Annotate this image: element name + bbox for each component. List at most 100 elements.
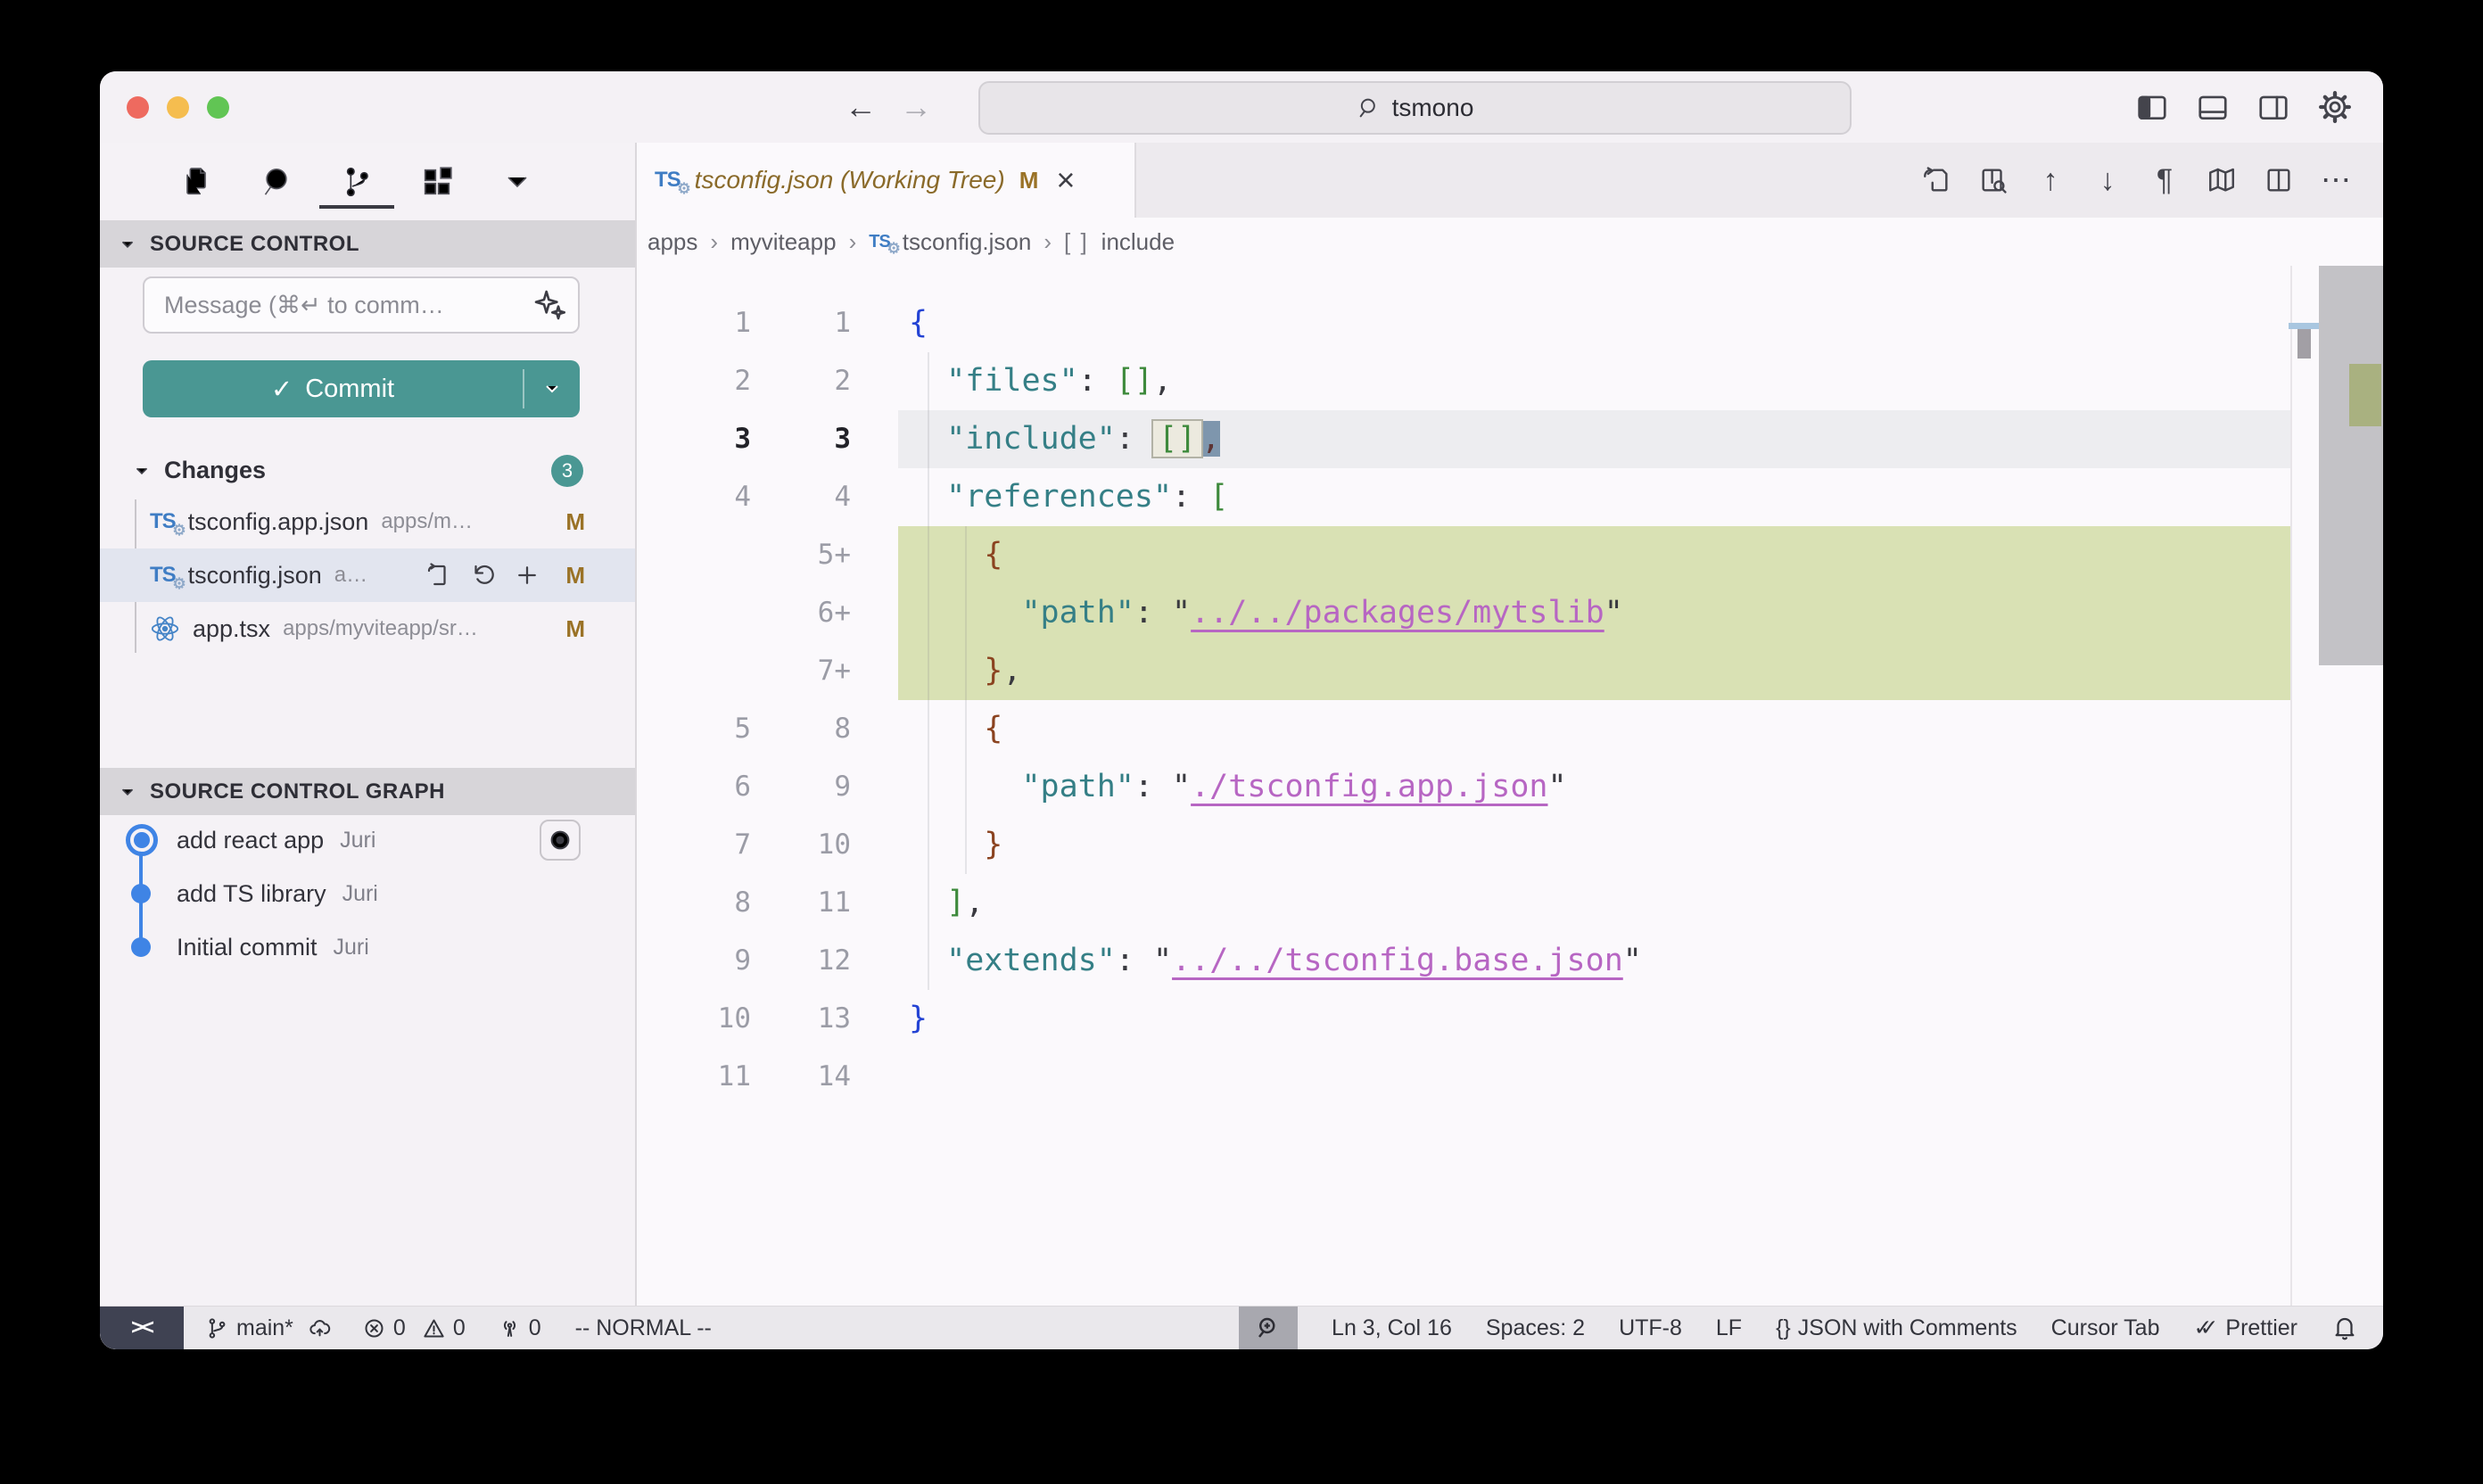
modified-line-number[interactable]: 2: [751, 352, 851, 410]
modified-line-number[interactable]: 12: [751, 932, 851, 990]
branch-status-item[interactable]: main*: [205, 1315, 332, 1341]
code-line[interactable]: 7+ },: [637, 642, 2383, 700]
remote-indicator[interactable]: ><: [100, 1307, 184, 1349]
code-line[interactable]: 58 {: [637, 700, 2383, 758]
code-line-content[interactable]: "references": [: [898, 468, 2290, 526]
original-line-number[interactable]: [637, 642, 751, 700]
toggle-whitespace-icon[interactable]: ¶: [2148, 163, 2182, 197]
ports-status-item[interactable]: 0: [498, 1315, 541, 1341]
settings-gear-icon[interactable]: [2317, 89, 2353, 125]
modified-line-number[interactable]: 14: [751, 1048, 851, 1106]
commit-row[interactable]: Initial commit Juri: [100, 920, 635, 974]
commit-dropdown-button[interactable]: [524, 360, 580, 417]
minimize-window-button[interactable]: [167, 96, 189, 119]
code-line[interactable]: 1013}: [637, 990, 2383, 1048]
command-center-search[interactable]: tsmono: [978, 81, 1852, 135]
code-line-content[interactable]: ],: [898, 874, 2290, 932]
next-change-icon[interactable]: ↓: [2091, 163, 2124, 197]
close-tab-icon[interactable]: ×: [1056, 164, 1075, 196]
code-line[interactable]: 69 "path": "./tsconfig.app.json": [637, 758, 2383, 816]
code-line[interactable]: 44 "references": [: [637, 468, 2383, 526]
original-line-number[interactable]: 4: [637, 468, 751, 526]
original-line-number[interactable]: [637, 584, 751, 642]
commit-row[interactable]: add react app Juri: [100, 813, 635, 867]
breadcrumb-include[interactable]: include: [1101, 228, 1175, 256]
file-row-app-tsx[interactable]: app.tsx apps/myviteapp/sr… M: [100, 602, 635, 655]
search-view-icon[interactable]: [257, 153, 296, 210]
open-file-icon[interactable]: [423, 560, 453, 590]
cursor-position-status-item[interactable]: Ln 3, Col 16: [1332, 1315, 1452, 1341]
original-line-number[interactable]: 11: [637, 1048, 751, 1106]
more-actions-icon[interactable]: ⋯: [2319, 163, 2353, 197]
file-row-tsconfig-json[interactable]: TS⚙ tsconfig.json a… M: [100, 548, 635, 602]
code-line[interactable]: 22 "files": [],: [637, 352, 2383, 410]
commit-row[interactable]: add TS library Juri: [100, 867, 635, 920]
commit-button[interactable]: ✓ Commit: [143, 360, 523, 417]
language-mode-status-item[interactable]: {} JSON with Comments: [1776, 1315, 2017, 1341]
code-line-content[interactable]: {: [898, 526, 2290, 584]
indentation-status-item[interactable]: Spaces: 2: [1486, 1315, 1585, 1341]
open-changes-icon[interactable]: [1919, 163, 1953, 197]
code-line[interactable]: 710 }: [637, 816, 2383, 874]
code-line[interactable]: 1114: [637, 1048, 2383, 1106]
commit-message-input[interactable]: [143, 276, 580, 334]
code-line-content[interactable]: }: [898, 990, 2290, 1048]
modified-line-number[interactable]: 3: [751, 410, 851, 468]
discard-changes-icon[interactable]: [467, 560, 498, 590]
navigate-forward-button[interactable]: →: [900, 88, 932, 126]
code-line-content[interactable]: }: [898, 816, 2290, 874]
breadcrumb-tsconfig-json[interactable]: tsconfig.json: [903, 228, 1032, 256]
code-line-content[interactable]: "files": [],: [898, 352, 2290, 410]
split-editor-icon[interactable]: [2262, 163, 2296, 197]
explorer-icon[interactable]: [177, 153, 216, 210]
eol-status-item[interactable]: LF: [1716, 1315, 1742, 1341]
encoding-status-item[interactable]: UTF-8: [1619, 1315, 1682, 1341]
code-line[interactable]: 811 ],: [637, 874, 2383, 932]
original-line-number[interactable]: 10: [637, 990, 751, 1048]
tab-tsconfig-json-working-tree[interactable]: TS⚙ tsconfig.json (Working Tree) M ×: [637, 143, 1136, 218]
toggle-primary-sidebar-icon[interactable]: [2135, 90, 2169, 124]
generate-commit-message-sparkle-icon[interactable]: [530, 285, 569, 325]
modified-line-number[interactable]: 4: [751, 468, 851, 526]
original-line-number[interactable]: 5: [637, 700, 751, 758]
problems-status-item[interactable]: 0 0: [362, 1315, 466, 1341]
zoom-indicator[interactable]: [1239, 1307, 1298, 1349]
changes-section-header[interactable]: Changes 3: [100, 446, 635, 495]
modified-line-number[interactable]: 13: [751, 990, 851, 1048]
stage-changes-icon[interactable]: [512, 560, 542, 590]
original-line-number[interactable]: 9: [637, 932, 751, 990]
source-control-view-icon[interactable]: [337, 153, 376, 210]
original-line-number[interactable]: [637, 526, 751, 584]
maximize-window-button[interactable]: [207, 96, 229, 119]
code-line-content[interactable]: "path": "./tsconfig.app.json": [898, 758, 2290, 816]
code-line[interactable]: 6+ "path": "../../packages/mytslib": [637, 584, 2383, 642]
code-line[interactable]: 912 "extends": "../../tsconfig.base.json…: [637, 932, 2383, 990]
breadcrumb-apps[interactable]: apps: [648, 228, 697, 256]
vertical-scrollbar[interactable]: [2319, 266, 2383, 665]
code-line[interactable]: 11{: [637, 294, 2383, 352]
code-line-content[interactable]: },: [898, 642, 2290, 700]
code-line-content[interactable]: "include": [],: [898, 410, 2290, 468]
checkout-target-icon[interactable]: [540, 820, 581, 861]
modified-line-number[interactable]: 1: [751, 294, 851, 352]
cursor-tab-status-item[interactable]: Cursor Tab: [2051, 1315, 2160, 1341]
original-line-number[interactable]: 3: [637, 410, 751, 468]
toggle-panel-icon[interactable]: [2196, 90, 2230, 124]
modified-line-number[interactable]: 6+: [751, 584, 851, 642]
modified-line-number[interactable]: 11: [751, 874, 851, 932]
code-line-content[interactable]: "path": "../../packages/mytslib": [898, 584, 2290, 642]
code-editor[interactable]: 11{22 "files": [],33 "include": [],44 "r…: [637, 266, 2383, 1307]
notifications-bell-icon[interactable]: [2331, 1315, 2358, 1341]
file-row-tsconfig-app-json[interactable]: TS⚙ tsconfig.app.json apps/m… M: [100, 495, 635, 548]
code-line[interactable]: 5+ {: [637, 526, 2383, 584]
source-control-graph-section-header[interactable]: SOURCE CONTROL GRAPH: [100, 768, 635, 815]
more-views-chevron-icon[interactable]: [498, 153, 537, 210]
modified-line-number[interactable]: 7+: [751, 642, 851, 700]
original-line-number[interactable]: 1: [637, 294, 751, 352]
minimap[interactable]: [2290, 266, 2322, 1307]
original-line-number[interactable]: 6: [637, 758, 751, 816]
code-line-content[interactable]: "extends": "../../tsconfig.base.json": [898, 932, 2290, 990]
source-control-section-header[interactable]: SOURCE CONTROL: [100, 220, 635, 268]
code-line-content[interactable]: [898, 1048, 2290, 1106]
extensions-view-icon[interactable]: [417, 153, 457, 210]
